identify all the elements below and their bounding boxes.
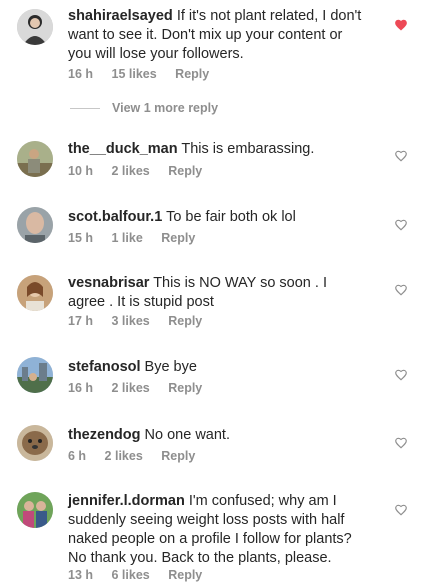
- comment-meta: 16 h 15 likes Reply: [68, 67, 224, 81]
- comment-meta: 10 h 2 likes Reply: [68, 164, 217, 178]
- comment-text: thezendog No one want.: [68, 426, 368, 445]
- reply-button[interactable]: Reply: [161, 231, 195, 245]
- timestamp: 16 h: [68, 381, 94, 395]
- avatar[interactable]: [17, 492, 53, 528]
- timestamp: 13 h: [68, 568, 94, 582]
- likes-count[interactable]: 1 like: [112, 231, 143, 245]
- view-more-label[interactable]: View 1 more reply: [112, 101, 218, 115]
- username[interactable]: jennifer.l.dorman: [68, 493, 185, 509]
- comment-text: stefanosol Bye bye: [68, 358, 368, 377]
- reply-button[interactable]: Reply: [168, 314, 202, 328]
- likes-count[interactable]: 2 likes: [105, 449, 143, 463]
- view-more-replies[interactable]: View 1 more reply: [70, 101, 320, 115]
- comment-meta: 13 h 6 likes Reply: [68, 568, 217, 582]
- timestamp: 16 h: [68, 67, 94, 81]
- comment-text: jennifer.l.dorman I'm confused; why am I…: [68, 492, 368, 568]
- heart-icon[interactable]: [394, 283, 408, 297]
- avatar[interactable]: [17, 357, 53, 393]
- avatar[interactable]: [17, 275, 53, 311]
- username[interactable]: stefanosol: [68, 359, 141, 375]
- heart-icon[interactable]: [394, 149, 408, 163]
- divider: [70, 107, 100, 109]
- comment-meta: 16 h 2 likes Reply: [68, 381, 217, 395]
- avatar[interactable]: [17, 207, 53, 243]
- comment-body: Bye bye: [144, 359, 197, 375]
- heart-icon[interactable]: [394, 18, 408, 32]
- comment-body: This is embarassing.: [181, 141, 315, 157]
- comment-meta: 15 h 1 like Reply: [68, 231, 210, 245]
- heart-icon[interactable]: [394, 436, 408, 450]
- username[interactable]: the__duck_man: [68, 141, 178, 157]
- avatar[interactable]: [17, 141, 53, 177]
- comment-text: shahiraelsayed If it's not plant related…: [68, 7, 368, 64]
- reply-button[interactable]: Reply: [168, 568, 202, 582]
- comment-text: vesnabrisar This is NO WAY so soon . I a…: [68, 274, 368, 312]
- heart-icon[interactable]: [394, 503, 408, 517]
- heart-icon[interactable]: [394, 218, 408, 232]
- reply-button[interactable]: Reply: [161, 449, 195, 463]
- username[interactable]: scot.balfour.1: [68, 209, 162, 225]
- timestamp: 6 h: [68, 449, 87, 463]
- comment-text: the__duck_man This is embarassing.: [68, 140, 368, 159]
- username[interactable]: thezendog: [68, 427, 141, 443]
- comment-body: To be fair both ok lol: [166, 209, 296, 225]
- heart-icon[interactable]: [394, 368, 408, 382]
- likes-count[interactable]: 6 likes: [112, 568, 150, 582]
- username[interactable]: shahiraelsayed: [68, 8, 173, 24]
- avatar[interactable]: [17, 9, 53, 45]
- timestamp: 10 h: [68, 164, 94, 178]
- reply-button[interactable]: Reply: [168, 381, 202, 395]
- timestamp: 15 h: [68, 231, 94, 245]
- likes-count[interactable]: 2 likes: [112, 381, 150, 395]
- likes-count[interactable]: 2 likes: [112, 164, 150, 178]
- timestamp: 17 h: [68, 314, 94, 328]
- comment-meta: 17 h 3 likes Reply: [68, 314, 217, 328]
- reply-button[interactable]: Reply: [168, 164, 202, 178]
- likes-count[interactable]: 15 likes: [112, 67, 157, 81]
- likes-count[interactable]: 3 likes: [112, 314, 150, 328]
- avatar[interactable]: [17, 425, 53, 461]
- comment-body: No one want.: [144, 427, 230, 443]
- comment-text: scot.balfour.1 To be fair both ok lol: [68, 208, 368, 227]
- comment-meta: 6 h 2 likes Reply: [68, 449, 210, 463]
- reply-button[interactable]: Reply: [175, 67, 209, 81]
- username[interactable]: vesnabrisar: [68, 275, 149, 291]
